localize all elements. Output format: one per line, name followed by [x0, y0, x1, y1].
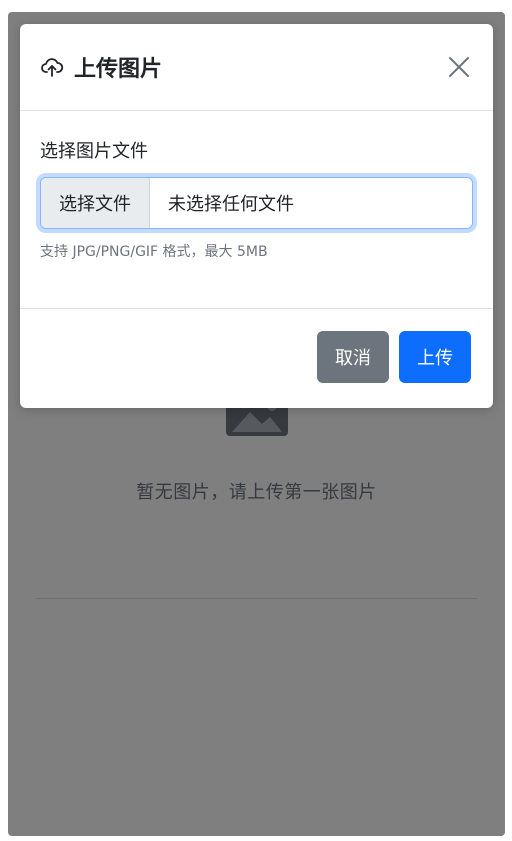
upload-image-modal: 上传图片 选择图片文件 选择文件 未选择任何文件 支持 JPG/PNG/GIF … — [20, 24, 493, 408]
file-name-display: 未选择任何文件 — [168, 194, 294, 215]
file-field-label: 选择图片文件 — [40, 141, 148, 162]
modal-footer: 取消 上传 — [20, 309, 493, 405]
modal-title-text: 上传图片 — [74, 57, 163, 82]
choose-file-button[interactable]: 选择文件 — [41, 178, 150, 228]
cancel-button[interactable]: 取消 — [317, 331, 389, 383]
file-help-text: 支持 JPG/PNG/GIF 格式，最大 5MB — [40, 244, 268, 260]
close-icon — [449, 57, 469, 77]
app-viewport: 暂无图片，请上传第一张图片 上传图片 选择图片文件 — [8, 12, 505, 836]
close-button[interactable] — [445, 53, 473, 81]
cloud-upload-icon — [41, 58, 64, 77]
modal-header: 上传图片 — [20, 24, 493, 111]
file-input[interactable]: 选择文件 未选择任何文件 — [40, 177, 473, 229]
modal-body: 选择图片文件 选择文件 未选择任何文件 支持 JPG/PNG/GIF 格式，最大… — [20, 111, 493, 309]
upload-button[interactable]: 上传 — [399, 331, 471, 383]
modal-title: 上传图片 — [40, 51, 162, 83]
